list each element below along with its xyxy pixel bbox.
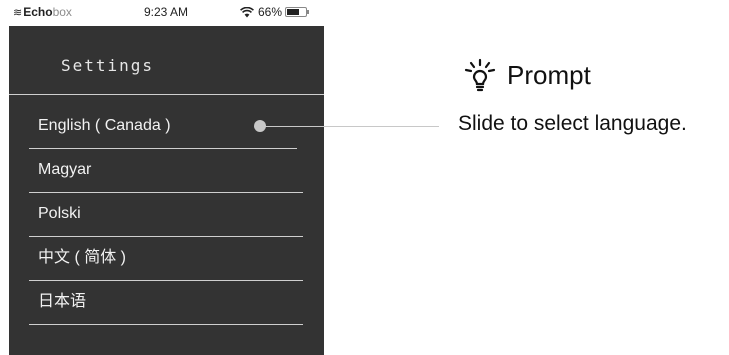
lightbulb-icon xyxy=(464,58,496,92)
list-divider xyxy=(29,324,303,325)
battery-icon xyxy=(285,7,310,17)
status-indicators: 66% xyxy=(240,5,310,19)
language-option-magyar[interactable]: Magyar xyxy=(38,160,303,180)
language-option-japanese[interactable]: 日本语 xyxy=(38,292,303,312)
prompt-instruction: Slide to select language. xyxy=(458,112,687,135)
battery-percent: 66% xyxy=(258,5,283,19)
settings-title: Settings xyxy=(61,56,155,75)
list-divider xyxy=(29,280,303,281)
list-divider xyxy=(29,192,303,193)
prompt-heading: Prompt xyxy=(463,58,591,92)
carrier-brand: ≋Echobox xyxy=(13,5,72,19)
brand-name-bold: Echo xyxy=(23,5,53,19)
language-option-polski[interactable]: Polski xyxy=(38,204,303,224)
phone-screen: ≋Echobox 9:23 AM 66% Settings English ( … xyxy=(9,0,324,355)
battery-fill xyxy=(287,9,300,15)
brand-mark: ≋ xyxy=(13,7,23,19)
brand-name-light: box xyxy=(52,5,72,19)
status-time: 9:23 AM xyxy=(144,5,189,19)
list-divider xyxy=(29,148,297,149)
title-divider xyxy=(9,94,324,95)
status-bar: ≋Echobox 9:23 AM 66% xyxy=(9,0,324,26)
wifi-icon xyxy=(240,6,254,17)
list-divider xyxy=(29,236,303,237)
language-option-chinese-simplified[interactable]: 中文 ( 简体 ) xyxy=(38,248,303,268)
prompt-leader-line xyxy=(257,126,439,127)
prompt-title: Prompt xyxy=(507,59,591,90)
